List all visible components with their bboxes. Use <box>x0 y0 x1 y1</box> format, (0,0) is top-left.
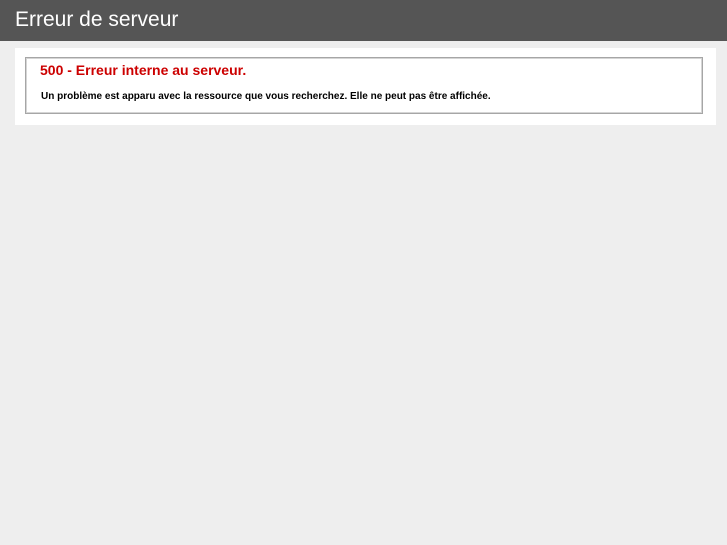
error-box: 500 - Erreur interne au serveur. Un prob… <box>25 57 703 114</box>
error-message: Un problème est apparu avec la ressource… <box>41 91 491 102</box>
page-title: Erreur de serveur <box>15 8 179 31</box>
error-title: 500 - Erreur interne au serveur. <box>40 62 247 78</box>
header-bar: Erreur de serveur <box>0 0 727 41</box>
content-panel: 500 - Erreur interne au serveur. Un prob… <box>15 48 716 125</box>
